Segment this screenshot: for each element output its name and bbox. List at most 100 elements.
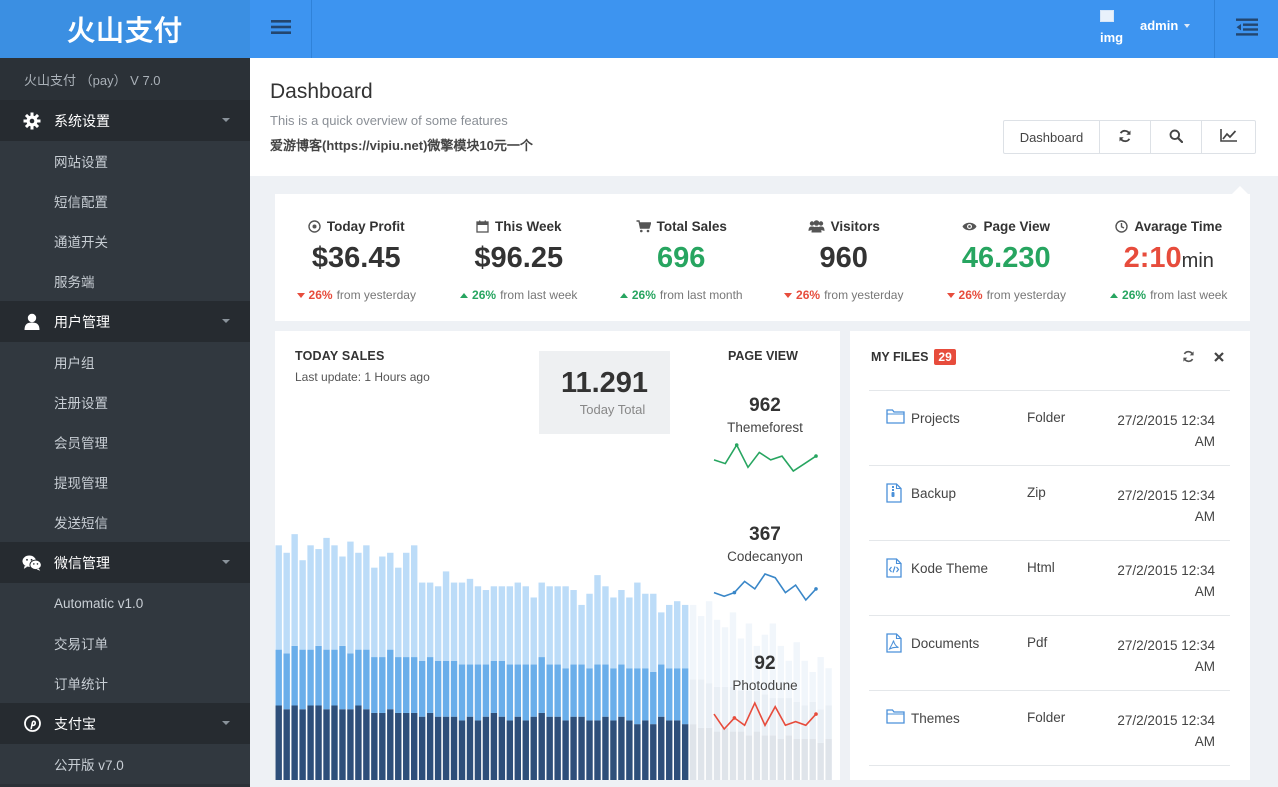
sales-bar-segment	[323, 537, 330, 650]
sales-bar-segment	[434, 586, 442, 661]
refresh-icon	[1118, 129, 1132, 146]
stat-total-sales: Total Sales 696 26% from last month	[600, 194, 763, 321]
hamburger-menu-icon	[270, 19, 291, 40]
nav-group-user-management[interactable]: 用户管理	[0, 301, 250, 342]
sidebar-item-user-group[interactable]: 用户组	[0, 342, 250, 382]
user-name-dropdown[interactable]: admin	[1140, 18, 1191, 33]
page-view-title: PAGE VIEW	[728, 349, 798, 363]
file-date: 27/2/2015 12:34 AM	[1117, 413, 1215, 449]
sales-bar-background	[761, 735, 769, 780]
user-menu[interactable]: img admin	[1100, 8, 1191, 48]
sales-bar-segment	[506, 586, 514, 665]
nav-group-system-settings[interactable]: 系统设置	[0, 100, 250, 141]
page-view-name: Photodune	[732, 678, 798, 693]
stat-change: 26% from last month	[600, 288, 763, 302]
sidebar-item-site-settings[interactable]: 网站设置	[0, 141, 250, 181]
sales-bar-segment	[442, 660, 450, 717]
users-icon	[808, 219, 825, 233]
sales-bar-segment	[506, 720, 514, 780]
sales-bar-segment	[594, 664, 601, 721]
sidebar-item-public-edition[interactable]: 公开版 v7.0	[0, 744, 250, 784]
sales-bar-segment	[674, 601, 681, 669]
sales-bar-segment	[458, 720, 466, 780]
stat-label: Total Sales	[656, 218, 727, 234]
quick-sidebar-toggle-button[interactable]	[1214, 0, 1278, 58]
file-row[interactable]: Documents Pdf 27/2/2015 12:34 AM	[869, 616, 1230, 691]
sales-bar-background	[817, 742, 824, 780]
avatar[interactable]: img	[1100, 8, 1128, 45]
sales-bar-segment	[490, 660, 498, 713]
sales-bar-segment	[291, 705, 298, 780]
sparkline-point	[814, 587, 818, 591]
sales-bar-segment	[363, 649, 370, 710]
sales-bar-segment	[562, 720, 569, 780]
file-row[interactable]: Themes Folder 27/2/2015 12:34 AM	[869, 691, 1230, 766]
sales-bar-segment	[570, 664, 577, 717]
calendar-icon	[476, 220, 489, 233]
sales-bar-segment	[498, 716, 506, 780]
sales-bar-segment	[347, 541, 354, 654]
file-row[interactable]: Projects Folder 27/2/2015 12:34 AM	[869, 391, 1230, 466]
file-type: Pdf	[1027, 635, 1048, 650]
sidebar-item-server[interactable]: 服务端	[0, 261, 250, 301]
arrow-down-icon	[946, 292, 955, 298]
close-icon[interactable]	[1213, 350, 1225, 368]
wechat-icon	[22, 553, 42, 573]
sidebar-item-register-settings[interactable]: 注册设置	[0, 382, 250, 422]
folder-icon	[886, 408, 905, 427]
file-date: 27/2/2015 12:34 AM	[1117, 488, 1215, 524]
sidebar-item-sms-config[interactable]: 短信配置	[0, 181, 250, 221]
sales-bar-segment	[602, 716, 609, 780]
arrow-down-icon	[296, 292, 305, 298]
nav-group-alipay[interactable]: 支付宝	[0, 703, 250, 744]
sales-bar-segment	[395, 567, 402, 658]
nav-group-label: 用户管理	[54, 313, 110, 330]
stat-average-time: Avarage Time 2:10min 26% from last week	[1088, 194, 1251, 321]
sidebar-item-member-management[interactable]: 会员管理	[0, 422, 250, 462]
sales-bar-segment	[339, 556, 346, 646]
sidebar-item-trade-orders[interactable]: 交易订单	[0, 623, 250, 663]
sidebar-item-channel-switch[interactable]: 通道开关	[0, 221, 250, 261]
sidebar-item-withdraw-management[interactable]: 提现管理	[0, 462, 250, 502]
sales-bar-segment	[522, 664, 529, 721]
brand-logo[interactable]: 火山支付	[0, 0, 250, 58]
arrow-up-icon	[460, 292, 469, 298]
file-type: Folder	[1027, 410, 1066, 425]
nav-group-wechat-management[interactable]: 微信管理	[0, 542, 250, 583]
sparkline-point	[732, 716, 737, 720]
sidebar-item-automatic[interactable]: Automatic v1.0	[0, 583, 250, 623]
sales-bar-background	[745, 735, 753, 780]
file-type: Html	[1027, 560, 1055, 575]
chart-button[interactable]	[1202, 121, 1255, 153]
sidebar-item-send-sms[interactable]: 发送短信	[0, 502, 250, 542]
stat-today-profit: Today Profit $36.45 26% from yesterday	[275, 194, 438, 321]
sales-bar-segment	[658, 612, 665, 665]
search-button[interactable]	[1151, 121, 1202, 153]
sales-bar-background	[793, 739, 800, 780]
sparkline-path	[713, 443, 817, 473]
sales-bar-segment	[450, 582, 458, 661]
file-row[interactable]: Kode Theme Html 27/2/2015 12:34 AM	[869, 541, 1230, 616]
stat-visitors: Visitors 960 26% from yesterday	[763, 194, 926, 321]
sales-bar-segment	[586, 593, 593, 669]
sales-bar-segment	[347, 653, 354, 710]
sales-bar-segment	[315, 549, 322, 646]
dashboard-button[interactable]: Dashboard	[1004, 121, 1100, 153]
files-count-badge: 29	[934, 349, 956, 365]
sales-bar-background	[785, 735, 792, 780]
sparkline-point	[732, 590, 737, 595]
file-row[interactable]: Backup Zip 27/2/2015 12:34 AM	[869, 466, 1230, 541]
sales-bar-segment	[355, 705, 362, 780]
menu-toggle-button[interactable]	[250, 0, 312, 58]
sparkline-themeforest	[713, 443, 818, 473]
refresh-icon[interactable]	[1182, 350, 1195, 368]
sales-bar-segment	[650, 724, 657, 780]
stat-this-week: This Week $96.25 26% from last week	[438, 194, 601, 321]
file-name: Kode Theme	[911, 561, 989, 576]
sidebar-item-order-stats[interactable]: 订单统计	[0, 663, 250, 703]
sales-bar-segment	[490, 586, 498, 661]
sales-bar-segment	[681, 668, 689, 725]
sales-bar-segment	[546, 664, 553, 717]
refresh-button[interactable]	[1100, 121, 1151, 153]
sales-bar-segment	[666, 720, 673, 780]
